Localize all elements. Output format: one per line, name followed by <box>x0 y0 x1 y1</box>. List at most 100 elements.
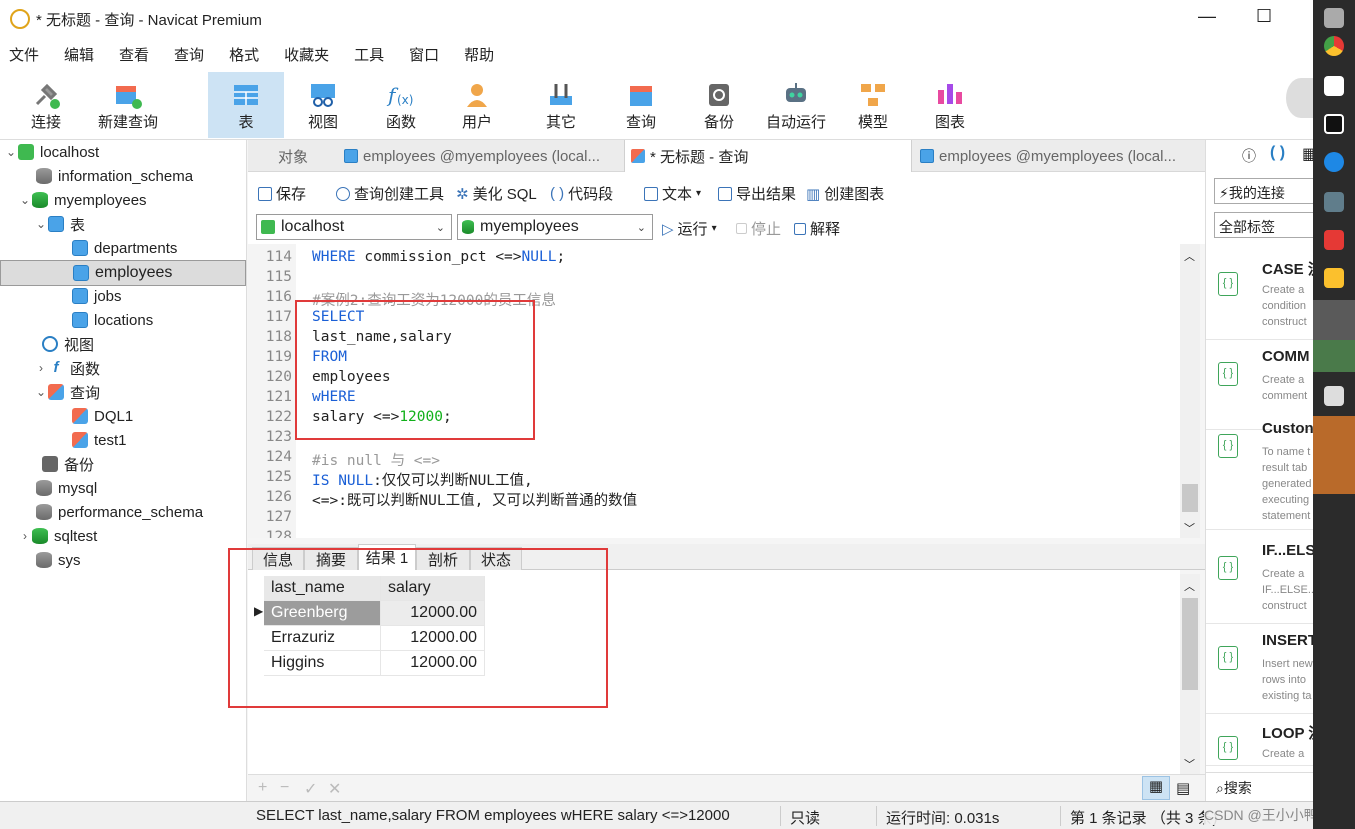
explain-button[interactable]: 解释 <box>794 218 840 239</box>
apply-button[interactable]: ✓ <box>304 779 317 799</box>
export-result-button[interactable]: 导出结果 <box>718 183 796 204</box>
grid-scrollbar[interactable]: ︿ ﹀ <box>1180 574 1200 774</box>
app-icon[interactable] <box>1324 76 1344 96</box>
expand-arrow-icon[interactable]: › <box>18 529 32 543</box>
minimize-button[interactable]: — <box>1198 6 1216 27</box>
table-cell[interactable]: 12000.00 <box>381 626 485 651</box>
taskbar-item[interactable] <box>1313 416 1355 456</box>
tab-result-1[interactable]: 结果 1 <box>358 544 416 570</box>
toolbar-backup-button[interactable]: 备份 <box>686 72 752 138</box>
menu-window[interactable]: 窗口 <box>400 44 455 65</box>
app-icon[interactable] <box>1324 386 1344 406</box>
toolbar-user-button[interactable]: 用户 <box>444 72 510 138</box>
tab-untitled-query[interactable]: * 无标题 - 查询 <box>624 140 912 172</box>
scroll-up-icon[interactable]: ︿ <box>1184 248 1195 264</box>
tree-table-locations[interactable]: locations <box>58 308 153 332</box>
tab-summary[interactable]: 摘要 <box>304 547 358 570</box>
scroll-down-icon[interactable]: ﹀ <box>1184 520 1195 536</box>
tab-employees-2[interactable]: employees @myemployees (local... <box>916 140 1202 172</box>
query-builder-button[interactable]: 查询创建工具 <box>336 183 444 204</box>
snippet-insert[interactable]: { } INSERT Insert new rows into existing ta <box>1206 624 1313 714</box>
scroll-thumb[interactable] <box>1182 484 1198 512</box>
scroll-down-icon[interactable]: ﹀ <box>1184 756 1195 772</box>
qq-icon[interactable] <box>1324 114 1344 134</box>
column-header-last-name[interactable]: last_name <box>264 576 381 601</box>
tree-query-test1[interactable]: test1 <box>58 428 127 452</box>
menu-view[interactable]: 查看 <box>110 44 165 65</box>
taskbar-item[interactable] <box>1313 340 1355 372</box>
snippet-if-else[interactable]: { } IF...ELS Create a IF...ELSE... construct <box>1206 534 1313 624</box>
toolbar-view-button[interactable]: 视图 <box>288 72 358 138</box>
menu-favorites[interactable]: 收藏夹 <box>275 44 345 65</box>
table-cell[interactable]: Errazuriz <box>264 626 381 651</box>
table-cell[interactable]: 12000.00 <box>381 601 485 626</box>
snippet-case[interactable]: { } CASE 流 Create a condition construct <box>1206 250 1313 340</box>
toolbar-table-button[interactable]: 表 <box>208 72 284 138</box>
tree-backup-folder[interactable]: 备份 <box>42 452 94 476</box>
scroll-up-icon[interactable]: ︿ <box>1184 578 1195 594</box>
avatar[interactable] <box>1286 78 1316 118</box>
tree-tables-folder[interactable]: ⌄ 表 <box>34 212 85 236</box>
app-icon[interactable] <box>1324 8 1344 28</box>
table-cell[interactable]: 12000.00 <box>381 651 485 676</box>
collapse-arrow-icon[interactable]: ⌄ <box>34 217 48 231</box>
taskbar-item[interactable] <box>1313 456 1355 494</box>
menu-query[interactable]: 查询 <box>165 44 220 65</box>
grid-view-icon[interactable]: ▦ <box>1142 776 1170 800</box>
tree-functions-folder[interactable]: › f 函数 <box>34 356 100 380</box>
snippet-custom[interactable]: { } Custon To name t result tab generated exe… <box>1206 412 1313 530</box>
toolbar-new-query-button[interactable]: 新建查询 <box>92 72 164 138</box>
toolbar-query-button[interactable]: 查询 <box>608 72 674 138</box>
toolbar-function-button[interactable]: f (x) 函数 <box>366 72 436 138</box>
tree-db-information-schema[interactable]: information_schema <box>22 164 193 188</box>
tree-db-sys[interactable]: sys <box>22 548 81 572</box>
stop-button[interactable]: 停止 <box>736 218 781 239</box>
code-snippet-button[interactable]: ( ) 代码段 <box>550 183 613 204</box>
navicat-taskbar-item[interactable] <box>1313 300 1355 340</box>
column-header-salary[interactable]: salary <box>381 576 485 601</box>
text-button[interactable]: 文本 ▾ <box>644 183 701 204</box>
tree-table-jobs[interactable]: jobs <box>58 284 122 308</box>
toolbar-model-button[interactable]: 模型 <box>840 72 906 138</box>
tab-employees-1[interactable]: employees @myemployees (local... <box>338 140 624 172</box>
add-record-button[interactable]: + <box>258 779 267 797</box>
tab-profile[interactable]: 剖析 <box>416 547 470 570</box>
toolbar-connect-button[interactable]: 连接 <box>14 72 78 138</box>
tree-db-performance-schema[interactable]: performance_schema <box>22 500 203 524</box>
table-cell[interactable]: Higgins <box>264 651 381 676</box>
editor-scrollbar[interactable]: ︿ ﹀ <box>1180 244 1200 538</box>
tag-filter-select[interactable]: 全部标签 <box>1214 212 1313 238</box>
collapse-arrow-icon[interactable]: ⌄ <box>18 193 32 207</box>
toolbar-other-button[interactable]: 其它 <box>526 72 596 138</box>
tree-db-sqltest[interactable]: › sqltest <box>18 524 97 548</box>
create-chart-button[interactable]: ▥ 创建图表 <box>806 183 884 204</box>
toolbar-chart-button[interactable]: 图表 <box>918 72 982 138</box>
info-icon[interactable]: ⓘ <box>1242 146 1256 166</box>
expand-arrow-icon[interactable]: › <box>34 361 48 375</box>
scroll-thumb[interactable] <box>1182 598 1198 690</box>
menu-format[interactable]: 格式 <box>220 44 275 65</box>
code-snippet-icon[interactable]: ( ) <box>1270 144 1285 162</box>
grid-icon[interactable]: ▦ <box>1302 144 1313 164</box>
collapse-arrow-icon[interactable]: ⌄ <box>34 385 48 399</box>
snippet-loop[interactable]: { } LOOP 流 Create a <box>1206 714 1313 766</box>
tab-objects[interactable]: 对象 <box>278 140 338 172</box>
tree-connection-localhost[interactable]: ⌄ localhost <box>4 140 99 164</box>
form-view-icon[interactable]: ▤ <box>1176 779 1190 797</box>
tree-db-myemployees[interactable]: ⌄ myemployees <box>18 188 147 212</box>
sql-editor[interactable]: 114 115 116 117 118 119 120 121 122 123 124 125 126 1… <box>248 244 1180 538</box>
run-button[interactable]: ▷ 运行 ▾ <box>662 218 717 239</box>
delete-record-button[interactable]: − <box>280 779 289 797</box>
menu-edit[interactable]: 编辑 <box>55 44 110 65</box>
tree-views-folder[interactable]: 视图 <box>42 332 94 356</box>
tab-info[interactable]: 信息 <box>252 547 304 570</box>
tree-queries-folder[interactable]: ⌄ 查询 <box>34 380 100 404</box>
collapse-arrow-icon[interactable]: ⌄ <box>4 145 18 159</box>
toolbar-automation-button[interactable]: 自动运行 <box>760 72 832 138</box>
tree-table-employees[interactable]: employees <box>0 260 246 286</box>
connection-filter-select[interactable]: ⚡我的连接 <box>1214 178 1313 204</box>
beautify-sql-button[interactable]: ✲ 美化 SQL <box>456 183 537 204</box>
maximize-button[interactable]: ☐ <box>1256 6 1272 27</box>
folder-icon[interactable] <box>1324 268 1344 288</box>
table-cell[interactable]: Greenberg <box>264 601 381 626</box>
